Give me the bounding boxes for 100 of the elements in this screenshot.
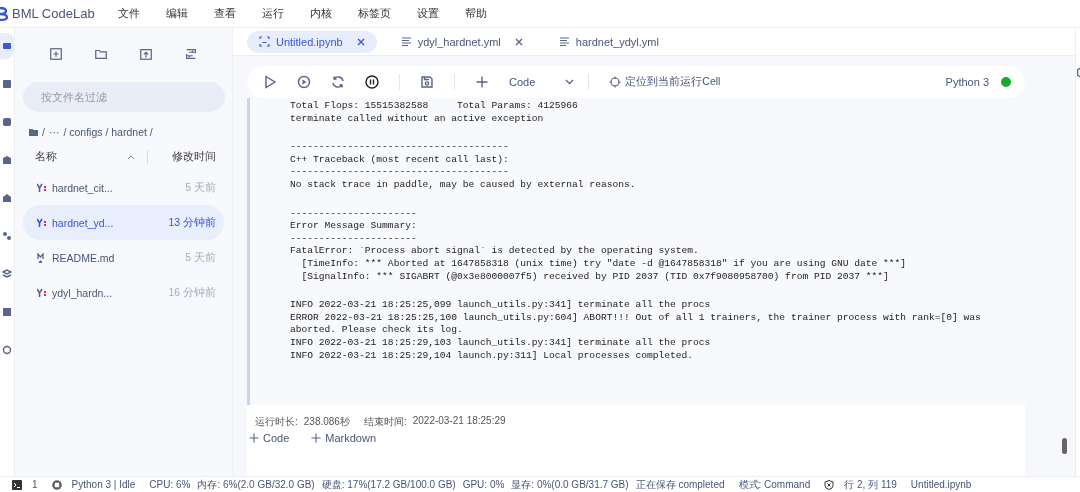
- modified-time: 13 分钟前: [168, 215, 216, 230]
- output-line: terminate called without an active exception: [290, 112, 545, 126]
- output-line: Total Flops: 15515382588 Total Params: 4125966: [290, 100, 579, 113]
- output-line: ERROR 2022-03-21 18:25:25,100 launch_utils.py:604] ABORT!!! Out of all 1 trainers, the trainer process with rank=[0] was aborted. Please check its log.: [290, 311, 982, 337]
- crosshair-icon: [609, 76, 622, 88]
- folder-icon[interactable]: [93, 47, 108, 61]
- tab[interactable]: ydyl_hardnet.yml: [388, 30, 535, 53]
- menu-item[interactable]: 内核: [310, 6, 332, 21]
- sidebar-icon: [2, 307, 12, 317]
- column-header[interactable]: 修改时间: [172, 150, 216, 164]
- output-line: INFO 2022-03-21 18:25:29,104 launch.py:311] Local processes completed.: [290, 349, 694, 363]
- breadcrumb-link[interactable]: ···: [48, 126, 60, 138]
- breadcrumb-link[interactable]: /: [42, 126, 45, 138]
- close-icon[interactable]: [514, 37, 523, 46]
- yaml-file-icon: [37, 217, 47, 228]
- menu-item[interactable]: 查看: [214, 6, 236, 21]
- column-header[interactable]: 名称: [35, 150, 127, 164]
- run-info-label: 运行时长:: [255, 415, 298, 429]
- notebook-icon: [259, 36, 270, 47]
- file-name: hardnet_cit...: [52, 181, 114, 194]
- save-status: 正在保存 completed: [635, 477, 725, 492]
- sidebar-icon: [2, 269, 12, 279]
- save-icon[interactable]: [420, 75, 434, 89]
- sidebar-icon: [2, 41, 12, 51]
- close-icon[interactable]: [356, 37, 365, 46]
- file-name: hardnet_yd...: [52, 216, 115, 229]
- locate-cell-button[interactable]: 定位到当前运行Cell: [609, 75, 721, 89]
- mode-status: 模式: Command: [738, 477, 811, 492]
- output-line: Error Message Summary:: [290, 220, 418, 233]
- markdown-file-icon: [37, 252, 47, 263]
- resource-usage: 显存: 0%(0.0 GB/31.7 GB): [511, 477, 629, 492]
- output-line: ----------------------: [290, 232, 418, 246]
- filter-field[interactable]: 按文件名过滤: [23, 82, 225, 112]
- interrupt-icon[interactable]: [365, 75, 379, 89]
- yaml-file-icon: [37, 287, 47, 298]
- menu-item[interactable]: 文件: [118, 6, 140, 21]
- new-file-icon[interactable]: [48, 47, 63, 61]
- sidebar-icon: [2, 155, 12, 165]
- kernel-status[interactable]: Python 3 | Idle: [71, 479, 136, 490]
- current-file[interactable]: Untitled.ipynb: [910, 479, 972, 490]
- cursor-position[interactable]: 行 2, 列 119: [844, 477, 897, 492]
- terminal-icon[interactable]: [12, 479, 22, 490]
- sidebar-icon: [2, 117, 12, 127]
- file-name: ydyl_hardn...: [52, 286, 114, 299]
- output-line: ----------------------: [290, 207, 418, 221]
- modified-time: 5 天前: [185, 180, 216, 195]
- plus-icon: [249, 433, 259, 443]
- refresh-icon[interactable]: [184, 47, 199, 61]
- modified-time: 5 天前: [185, 250, 216, 265]
- run-info-label: 结束时间:: [363, 415, 407, 429]
- text-file-icon: [558, 36, 570, 47]
- output-line: [TimeInfo: *** Aborted at 1647858318 (unix time) try "date -d @1647858318" if you are using GNU date ***]: [300, 257, 908, 271]
- run-icon[interactable]: [263, 75, 277, 89]
- add-cell-icon[interactable]: [475, 75, 489, 89]
- text-file-icon: [400, 36, 412, 47]
- file-row[interactable]: ydyl_hardn... 16 分钟前: [23, 275, 224, 310]
- tab[interactable]: Untitled.ipynb: [247, 30, 377, 53]
- resource-usage: CPU: 6%: [149, 479, 191, 490]
- upload-icon[interactable]: [139, 47, 154, 61]
- breadcrumb-link[interactable]: / configs / hardnet /: [63, 126, 153, 138]
- yaml-file-icon: [37, 182, 47, 193]
- cell-type-dropdown[interactable]: Code: [509, 76, 575, 88]
- logo-icon: [0, 6, 8, 21]
- run-info-value: 2022-03-21 18:25:29: [412, 415, 506, 428]
- chip-icon[interactable]: [51, 479, 62, 490]
- caret-icon: [565, 79, 575, 85]
- sidebar-icon: [2, 79, 12, 89]
- menu-item[interactable]: 标签页: [358, 6, 391, 21]
- folder-icon: [29, 128, 38, 136]
- output-line: INFO 2022-03-21 18:25:25,099 launch_utils.py:341] terminate all the procs: [290, 299, 712, 312]
- output-line: C++ Traceback (most recent call last):: [290, 153, 510, 167]
- file-row[interactable]: hardnet_yd... 13 分钟前: [23, 205, 224, 240]
- file-row[interactable]: hardnet_cit... 5 天前: [23, 170, 224, 205]
- sidebar-icon: [2, 345, 12, 355]
- tab[interactable]: hardnet_ydyl.yml: [546, 30, 671, 53]
- output-line: No stack trace in paddle, may be caused by external reasons.: [290, 178, 637, 192]
- run-info-value: 238.086秒: [303, 415, 350, 429]
- app-title: BML CodeLab: [12, 6, 95, 21]
- file-row[interactable]: README.md 5 天前: [23, 240, 224, 275]
- output-line: INFO 2022-03-21 18:25:29,103 launch_utils.py:341] terminate all the procs: [290, 336, 712, 350]
- run-all-icon[interactable]: [297, 75, 311, 89]
- menu-item[interactable]: 设置: [417, 6, 439, 21]
- add-cell-button[interactable]: Markdown: [311, 432, 377, 444]
- shield-icon[interactable]: [824, 479, 835, 490]
- output-line: [SignalInfo: *** SIGABRT (@0x3e8000007f5) received by PID 2037 (TID 0x7f9080958700) from PID 2037 ***]: [300, 270, 890, 284]
- sort-caret-icon[interactable]: [127, 154, 135, 160]
- restart-icon[interactable]: [331, 75, 345, 89]
- terminal-count: 1: [32, 479, 38, 490]
- sidebar-icon: [2, 193, 12, 203]
- menu-item[interactable]: 帮助: [465, 6, 487, 21]
- kernel-name[interactable]: Python 3: [945, 76, 989, 88]
- output-line: FatalError: `Process abort signal` is detected by the operating system.: [290, 245, 700, 258]
- scrollbar-thumb[interactable]: [1062, 438, 1067, 454]
- menu-item[interactable]: 编辑: [166, 6, 188, 21]
- sidebar-tab[interactable]: [0, 33, 14, 59]
- output-line: --------------------------------------: [290, 141, 510, 154]
- modified-time: 16 分钟前: [168, 285, 216, 300]
- add-cell-button[interactable]: Code: [249, 432, 290, 444]
- menu-item[interactable]: 运行: [262, 6, 284, 21]
- resource-usage: 硬盘: 17%(17.2 GB/100.0 GB): [321, 477, 456, 492]
